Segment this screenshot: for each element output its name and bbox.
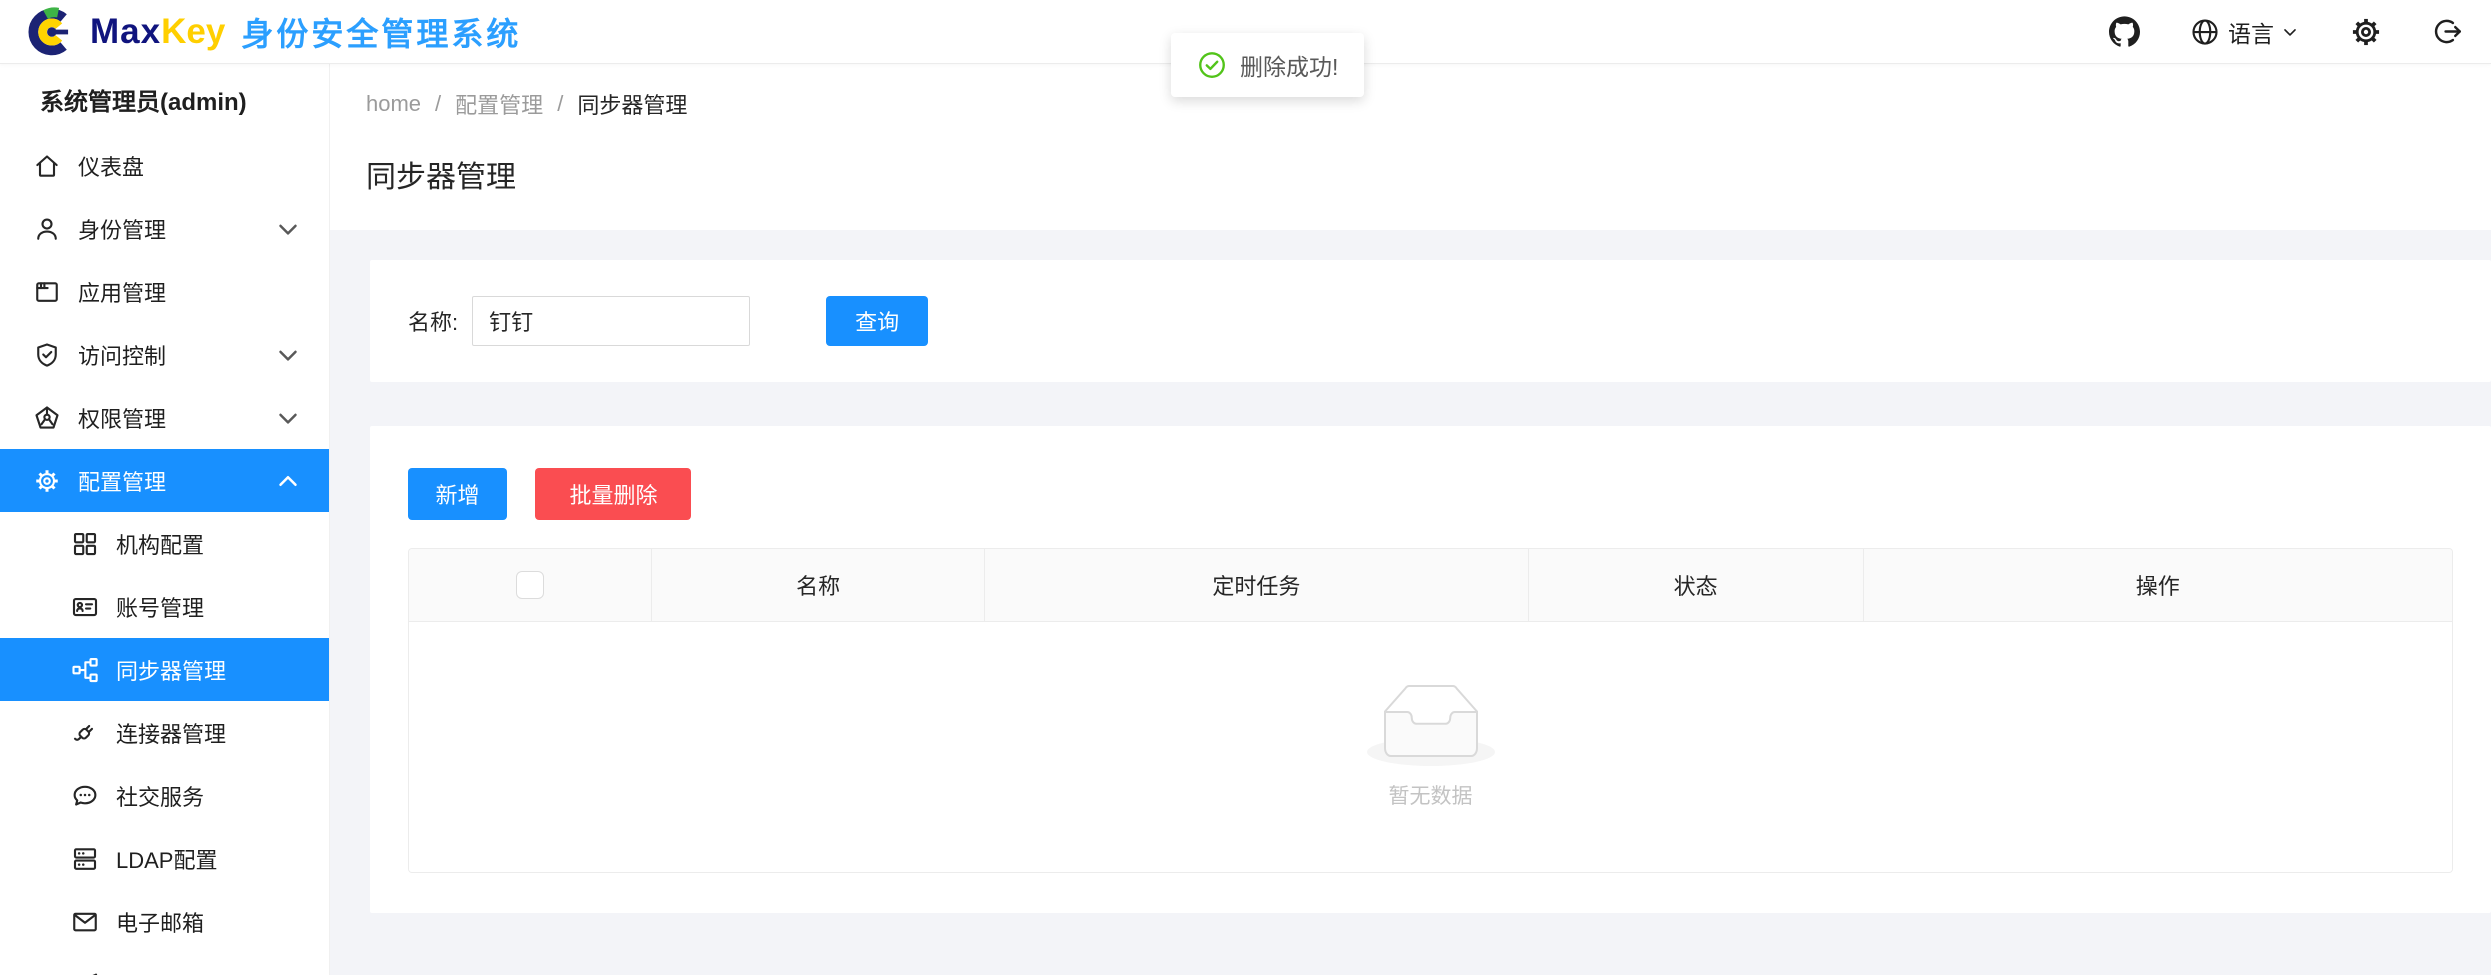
column-header-actions: 操作: [1864, 549, 2452, 621]
chevron-down-icon: [273, 403, 303, 433]
breadcrumb-separator: /: [557, 91, 563, 117]
sidebar-item-dashboard[interactable]: 仪表盘: [0, 134, 329, 197]
language-selector[interactable]: 语言: [2190, 15, 2300, 49]
mail-icon: [70, 907, 100, 937]
sidebar-item-label: 权限管理: [78, 402, 166, 434]
sidebar-item-permissions[interactable]: 权限管理: [0, 386, 329, 449]
id-card-icon: [70, 592, 100, 622]
table-empty-state: 暂无数据: [409, 622, 2452, 872]
empty-box-icon: [1367, 684, 1495, 766]
content-area: home / 配置管理 / 同步器管理 同步器管理 名称: 查询 新增: [330, 64, 2491, 975]
maxkey-logo-icon: [28, 6, 80, 58]
sidebar-item-identity[interactable]: 身份管理: [0, 197, 329, 260]
current-user-label: 系统管理员(admin): [0, 64, 329, 134]
sidebar-item-label: 仪表盘: [78, 150, 144, 182]
column-header-scheduled-job: 定时任务: [985, 549, 1528, 621]
sidebar-subitem-synchronizers[interactable]: 同步器管理: [0, 638, 329, 701]
sidebar-item-label: 账号管理: [116, 591, 204, 623]
chevron-up-icon: [273, 466, 303, 496]
sidebar-subitem-sms[interactable]: 短信服务: [0, 953, 329, 975]
shield-check-icon: [32, 340, 62, 370]
chevron-down-icon: [273, 340, 303, 370]
name-search-input[interactable]: [472, 296, 750, 346]
sidebar-item-apps[interactable]: 应用管理: [0, 260, 329, 323]
chevron-down-icon: [2280, 22, 2300, 42]
grid-icon: [70, 529, 100, 559]
breadcrumb-separator: /: [435, 91, 441, 117]
breadcrumb-current: 同步器管理: [577, 88, 687, 120]
sync-nodes-icon: [70, 655, 100, 685]
select-all-checkbox[interactable]: [516, 571, 544, 599]
sidebar-item-configuration[interactable]: 配置管理: [0, 449, 329, 512]
user-icon: [32, 214, 62, 244]
table-toolbar: 新增 批量删除: [408, 468, 2453, 520]
column-header-status: 状态: [1529, 549, 1864, 621]
select-all-cell: [409, 549, 652, 621]
breadcrumb: home / 配置管理 / 同步器管理: [366, 88, 2491, 120]
sidebar-item-label: 短信服务: [116, 969, 204, 975]
synchronizers-table: 名称 定时任务 状态 操作: [408, 548, 2453, 873]
sidebar-subitem-ldap-config[interactable]: LDAP配置: [0, 827, 329, 890]
sidebar-subitem-social-services[interactable]: 社交服务: [0, 764, 329, 827]
breadcrumb-config[interactable]: 配置管理: [455, 88, 543, 120]
sidebar-subitem-email[interactable]: 电子邮箱: [0, 890, 329, 953]
breadcrumb-home[interactable]: home: [366, 91, 421, 117]
add-button[interactable]: 新增: [408, 468, 507, 520]
sidebar-item-label: 电子邮箱: [116, 906, 204, 938]
brand-name-key: Key: [161, 12, 225, 52]
brand-name-max: Max: [90, 12, 161, 52]
sidebar-subitem-connectors[interactable]: 连接器管理: [0, 701, 329, 764]
column-header-name: 名称: [652, 549, 985, 621]
sidebar-item-label: 连接器管理: [116, 717, 226, 749]
name-field-label: 名称:: [408, 305, 458, 337]
toast-message: 删除成功!: [1171, 33, 1364, 97]
bulk-delete-button[interactable]: 批量删除: [535, 468, 691, 520]
gear-icon: [32, 466, 62, 496]
header-actions: 语言: [2109, 15, 2471, 49]
sidebar-item-label: 机构配置: [116, 528, 204, 560]
send-icon: [70, 970, 100, 975]
sidebar-subitem-org-config[interactable]: 机构配置: [0, 512, 329, 575]
maxkey-admin-app: MaxKey 身份安全管理系统 语言: [0, 0, 2491, 975]
brand[interactable]: MaxKey 身份安全管理系统: [28, 6, 521, 58]
page-header: home / 配置管理 / 同步器管理 同步器管理: [330, 64, 2491, 230]
chevron-down-icon: [273, 214, 303, 244]
pentagon-icon: [32, 403, 62, 433]
app-window-icon: [32, 277, 62, 307]
home-icon: [32, 151, 62, 181]
sidebar-item-label: 配置管理: [78, 465, 166, 497]
configuration-submenu: 机构配置 账号管理 同步器管理: [0, 512, 329, 975]
table-header-row: 名称 定时任务 状态 操作: [409, 549, 2452, 622]
sidebar-item-label: 同步器管理: [116, 654, 226, 686]
sidebar-item-label: 社交服务: [116, 780, 204, 812]
search-panel: 名称: 查询: [370, 260, 2491, 382]
query-button[interactable]: 查询: [826, 296, 928, 346]
sidebar-item-access-control[interactable]: 访问控制: [0, 323, 329, 386]
sidebar-item-label: 访问控制: [78, 339, 166, 371]
github-icon[interactable]: [2109, 16, 2140, 47]
table-panel: 新增 批量删除 名称 定时任务 状态 操作: [370, 426, 2491, 913]
server-icon: [70, 844, 100, 874]
logout-icon[interactable]: [2432, 16, 2463, 47]
gear-icon[interactable]: [2350, 16, 2382, 48]
toast-text: 删除成功!: [1240, 48, 1338, 82]
plug-icon: [70, 718, 100, 748]
empty-text: 暂无数据: [1389, 780, 1473, 810]
page-title: 同步器管理: [366, 152, 2491, 196]
success-check-icon: [1197, 50, 1227, 80]
globe-icon: [2190, 17, 2220, 47]
sidebar-item-label: 身份管理: [78, 213, 166, 245]
language-label: 语言: [2228, 15, 2274, 49]
sidebar-item-label: 应用管理: [78, 276, 166, 308]
sidebar: 系统管理员(admin) 仪表盘 身份管理: [0, 64, 330, 975]
work-area: 名称: 查询 新增 批量删除 名称: [330, 230, 2491, 975]
brand-system-title: 身份安全管理系统: [241, 9, 521, 55]
chat-icon: [70, 781, 100, 811]
sidebar-subitem-accounts[interactable]: 账号管理: [0, 575, 329, 638]
sidebar-item-label: LDAP配置: [116, 843, 217, 875]
